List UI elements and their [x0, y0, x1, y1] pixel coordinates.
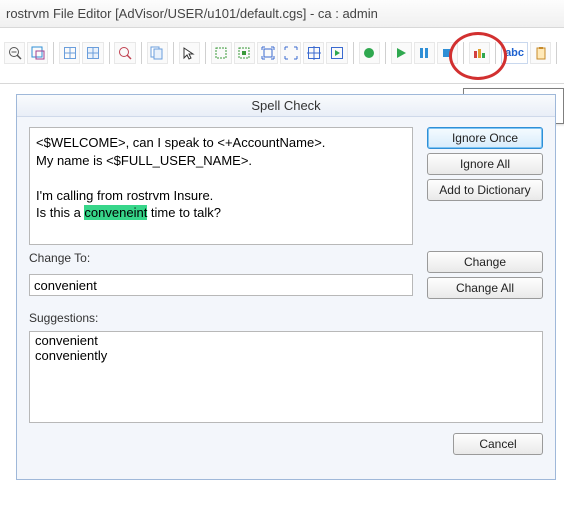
suggestions-list[interactable]: convenient conveniently	[29, 331, 543, 423]
expand-b-icon[interactable]	[280, 42, 301, 64]
cancel-button[interactable]: Cancel	[453, 433, 543, 455]
stop-icon[interactable]	[437, 42, 458, 64]
ignore-all-button[interactable]: Ignore All	[427, 153, 543, 175]
separator	[385, 42, 386, 64]
clipboard-icon[interactable]	[530, 42, 551, 64]
toggle-a-icon[interactable]	[27, 42, 48, 64]
window-title: rostrvm File Editor [AdVisor/USER/u101/d…	[6, 6, 378, 21]
list-item[interactable]: convenient	[31, 333, 541, 348]
change-all-button[interactable]: Change All	[427, 277, 543, 299]
go-icon[interactable]	[326, 42, 347, 64]
list-item[interactable]: conveniently	[31, 348, 541, 363]
separator	[109, 42, 110, 64]
bounds-icon[interactable]	[303, 42, 324, 64]
zoom-icon[interactable]	[114, 42, 135, 64]
separator	[141, 42, 142, 64]
layers-icon[interactable]	[147, 42, 168, 64]
grid-a-icon[interactable]	[59, 42, 80, 64]
spellcheck-button[interactable]: abc	[501, 42, 528, 64]
record-icon[interactable]	[359, 42, 380, 64]
expand-a-icon[interactable]	[257, 42, 278, 64]
separator	[353, 42, 354, 64]
dialog-title: Spell Check	[17, 95, 555, 117]
add-to-dictionary-button[interactable]: Add to Dictionary	[427, 179, 543, 201]
select-a-icon[interactable]	[211, 42, 232, 64]
toolbar: abc	[0, 42, 564, 64]
misspelled-word: conveneint	[84, 205, 147, 220]
pause-icon[interactable]	[414, 42, 435, 64]
change-to-label: Change To:	[29, 251, 413, 268]
grid-b-icon[interactable]	[82, 42, 103, 64]
separator	[173, 42, 174, 64]
play-icon[interactable]	[391, 42, 412, 64]
select-b-icon[interactable]	[234, 42, 255, 64]
toolbar-area: abc Check Spellings	[0, 28, 564, 84]
zoom-out-icon[interactable]	[4, 42, 25, 64]
separator	[53, 42, 54, 64]
spellcheck-dialog: Spell Check <$WELCOME>, can I speak to <…	[16, 94, 556, 480]
spellcheck-label: abc	[505, 47, 524, 59]
separator	[205, 42, 206, 64]
change-to-input[interactable]	[29, 274, 413, 296]
change-button[interactable]: Change	[427, 251, 543, 273]
suggestions-label: Suggestions:	[29, 311, 413, 325]
separator	[556, 42, 557, 64]
separator	[495, 42, 496, 64]
separator	[463, 42, 464, 64]
window-titlebar: rostrvm File Editor [AdVisor/USER/u101/d…	[0, 0, 564, 28]
spellcheck-textarea[interactable]: <$WELCOME>, can I speak to <+AccountName…	[29, 127, 413, 245]
status-icon[interactable]	[469, 42, 490, 64]
ignore-once-button[interactable]: Ignore Once	[427, 127, 543, 149]
pointer-icon[interactable]	[179, 42, 200, 64]
